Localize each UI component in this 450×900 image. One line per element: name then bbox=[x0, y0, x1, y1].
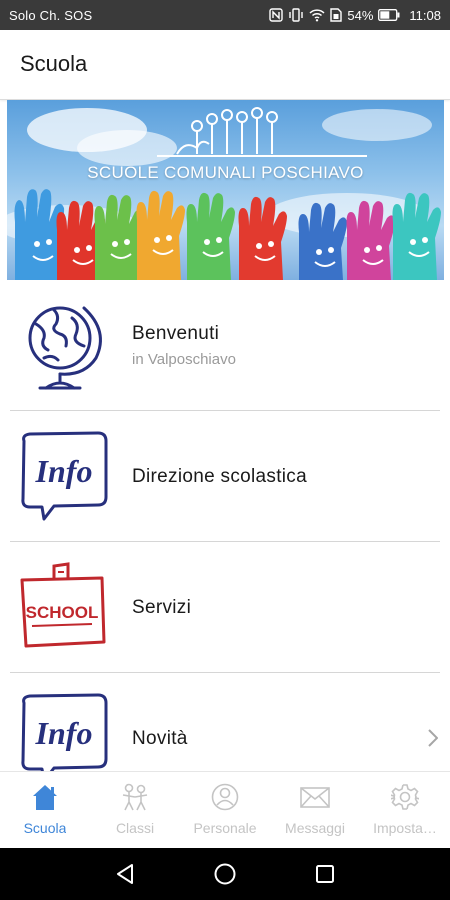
tab-classi[interactable]: Classi bbox=[90, 772, 180, 849]
list-item-benvenuti[interactable]: Benvenuti in Valposchiavo bbox=[0, 280, 450, 411]
status-bar: Solo Ch. SOS 54% 11:08 bbox=[0, 0, 450, 30]
bottom-nav: Scuola Classi Personale Messaggi Imposta… bbox=[0, 771, 450, 848]
list-item-label: Novità bbox=[132, 727, 188, 749]
back-icon[interactable] bbox=[113, 862, 137, 886]
chevron-right-icon bbox=[428, 729, 439, 752]
tab-label: Personale bbox=[193, 820, 257, 836]
clock: 11:08 bbox=[409, 7, 441, 23]
list-item-servizi[interactable]: SCHOOL Servizi bbox=[0, 542, 450, 673]
wifi-icon bbox=[309, 8, 325, 22]
banner-title: SCUOLE COMUNALI POSCHIAVO bbox=[87, 163, 364, 182]
mail-icon bbox=[299, 783, 331, 816]
battery-icon bbox=[378, 9, 400, 21]
school-note-icon: SCHOOL bbox=[14, 558, 112, 656]
tab-scuola[interactable]: Scuola bbox=[0, 772, 90, 849]
list-item-label: Benvenuti bbox=[132, 323, 220, 344]
sim-icon bbox=[330, 8, 343, 22]
globe-icon bbox=[14, 296, 112, 394]
recents-icon[interactable] bbox=[313, 862, 337, 886]
tab-label: Imposta… bbox=[373, 820, 437, 836]
status-icons: 54% 11:08 bbox=[269, 8, 441, 23]
home-circle-icon[interactable] bbox=[213, 862, 237, 886]
tab-personale[interactable]: Personale bbox=[180, 772, 270, 849]
carrier-text: Solo Ch. SOS bbox=[9, 7, 93, 23]
nfc-icon bbox=[269, 8, 284, 22]
menu-list: Benvenuti in Valposchiavo Info Direzione… bbox=[0, 280, 450, 804]
home-icon bbox=[30, 783, 60, 816]
info-icon-text: Info bbox=[35, 453, 93, 489]
info-bubble-icon: Info bbox=[14, 427, 112, 525]
page-title: Scuola bbox=[20, 51, 88, 76]
app-bar: Scuola bbox=[0, 30, 450, 100]
vibrate-icon bbox=[288, 8, 304, 22]
info-icon-text: Info bbox=[35, 715, 93, 751]
list-item-sublabel: in Valposchiavo bbox=[132, 351, 236, 368]
gear-icon bbox=[389, 783, 421, 816]
banner-illustration bbox=[7, 107, 441, 280]
list-item-label: Servizi bbox=[132, 596, 192, 618]
system-nav-bar bbox=[0, 848, 450, 900]
person-icon bbox=[211, 783, 239, 816]
banner-image: SCUOLE COMUNALI POSCHIAVO bbox=[7, 100, 444, 280]
tab-label: Scuola bbox=[23, 820, 67, 836]
tab-impostazioni[interactable]: Imposta… bbox=[360, 772, 450, 849]
school-icon-text: SCHOOL bbox=[26, 603, 99, 622]
tab-label: Classi bbox=[115, 820, 155, 836]
list-item-label: Direzione scolastica bbox=[132, 465, 307, 487]
tab-messaggi[interactable]: Messaggi bbox=[270, 772, 360, 849]
tab-label: Messaggi bbox=[285, 820, 345, 836]
list-item-direzione[interactable]: Info Direzione scolastica bbox=[0, 411, 450, 542]
children-icon bbox=[118, 783, 152, 816]
battery-percent: 54% bbox=[347, 7, 374, 23]
